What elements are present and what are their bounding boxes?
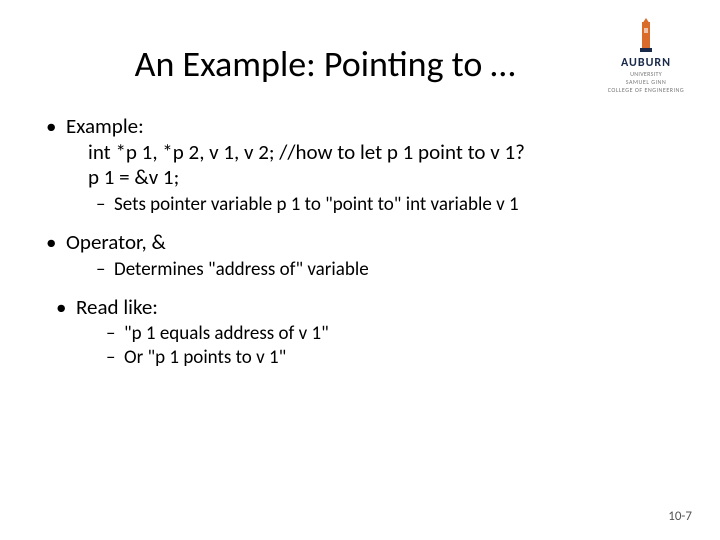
read-label: Read like: [76,294,158,320]
logo-word: AUBURN [596,56,696,70]
code-line-1: int *p 1, *p 2, v 1, v 2; //how to let p… [88,140,676,166]
sub-bullet-read-1: "p 1 equals address of v 1" [106,322,676,345]
bullet-read: Read like: "p 1 equals address of v 1" O… [54,295,676,369]
sub-bullet-operator: Determines "address of" variable [96,258,676,281]
logo-university: UNIVERSITY [596,70,696,78]
slide-number: 10-7 [668,509,692,524]
logo-sub3: COLLEGE OF ENGINEERING [596,87,696,94]
sub-bullet-read-2: Or "p 1 points to v 1" [106,346,676,369]
slide: AUBURN UNIVERSITY SAMUEL GINN COLLEGE OF… [0,0,720,540]
auburn-logo: AUBURN UNIVERSITY SAMUEL GINN COLLEGE OF… [596,18,696,93]
sub-bullet-example: Sets pointer variable p 1 to "point to" … [96,193,676,216]
bullet-example: Example: int *p 1, *p 2, v 1, v 2; //how… [44,114,676,216]
tower-icon [635,18,657,54]
example-label: Example: [66,113,144,139]
operator-label: Operator, & [66,229,166,255]
slide-body: Example: int *p 1, *p 2, v 1, v 2; //how… [44,114,676,369]
logo-sub2: SAMUEL GINN [596,79,696,86]
code-line-2: p 1 = &v 1; [88,165,676,191]
bullet-operator: Operator, & Determines "address of" vari… [44,230,676,281]
slide-title: An Example: Pointing to … [84,42,566,86]
